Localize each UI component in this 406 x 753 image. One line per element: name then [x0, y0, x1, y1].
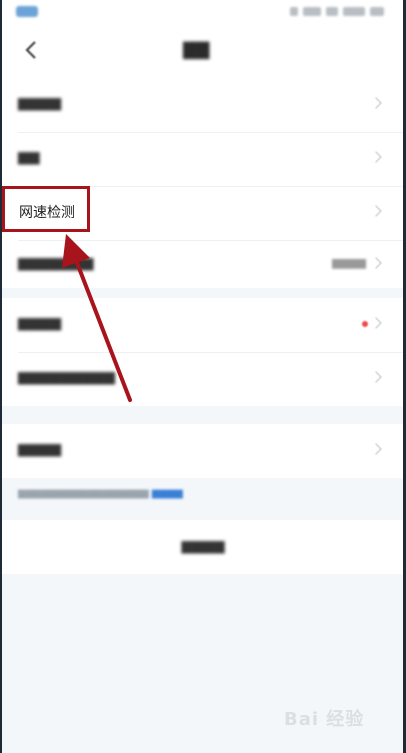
settings-group-2: ▆▆▆▆ ▆▆▆▆▆▆▆▆▆	[0, 298, 406, 406]
chevron-right-icon	[370, 371, 382, 383]
settings-row-2[interactable]: ▆▆	[0, 132, 406, 186]
settings-row-4[interactable]: ▆▆▆▆▆▆▆ ▆▆▆▆	[0, 238, 406, 292]
logout-button[interactable]: ▆▆▆▆	[0, 520, 406, 574]
chevron-right-icon	[370, 151, 382, 163]
settings-row-label: ▆▆▆▆	[18, 95, 62, 111]
settings-row-7[interactable]: ▆▆▆▆	[0, 424, 406, 478]
chevron-right-icon	[370, 257, 382, 269]
back-icon[interactable]	[22, 40, 42, 60]
settings-row-value: ▆▆▆▆	[332, 256, 366, 269]
watermark-logo-icon: Bai 经验	[284, 703, 380, 731]
settings-row-label: ▆▆▆▆▆▆▆▆▆	[18, 369, 115, 385]
header: ▇▇	[0, 24, 406, 78]
settings-row-label: ▆▆▆▆	[18, 315, 62, 331]
settings-row-5[interactable]: ▆▆▆▆	[0, 298, 406, 352]
chevron-right-icon	[370, 317, 382, 329]
status-icons	[290, 5, 384, 17]
screen-edge-left	[0, 0, 2, 753]
app-notification-icon	[16, 6, 38, 17]
chevron-right-icon	[370, 205, 382, 217]
settings-group-3: ▆▆▆▆	[0, 424, 406, 478]
settings-group-1: ▆▆▆▆ ▆▆ 网速检测 ▆▆▆▆▆▆▆ ▆▆▆▆	[0, 78, 406, 288]
settings-row-label: ▆▆▆▆▆▆▆	[18, 255, 94, 271]
settings-row-1[interactable]: ▆▆▆▆	[0, 78, 406, 132]
footer-note: ▆▆▆▆▆▆▆▆▆▆▆▆▆▆▆▆▆ ▆▆▆▆	[18, 488, 183, 499]
status-bar	[0, 0, 406, 24]
watermark-text: Bai 经验	[284, 709, 365, 730]
chevron-right-icon	[370, 443, 382, 455]
annotation-highlight-box	[2, 186, 90, 232]
page-title: ▇▇	[183, 40, 210, 60]
chevron-right-icon	[370, 97, 382, 109]
logout-label: ▆▆▆▆	[181, 538, 225, 554]
footer-note-link[interactable]: ▆▆▆▆	[152, 488, 183, 499]
settings-row-label: ▆▆▆▆	[18, 441, 62, 457]
settings-row-label: ▆▆	[18, 149, 40, 165]
phone-screen: ▇▇ ▆▆▆▆ ▆▆ 网速检测 ▆▆▆▆▆▆▆ ▆▆▆▆ ▆▆▆▆ ▆▆▆▆▆▆…	[0, 0, 406, 753]
notification-dot	[362, 321, 368, 327]
settings-row-6[interactable]: ▆▆▆▆▆▆▆▆▆	[0, 352, 406, 406]
